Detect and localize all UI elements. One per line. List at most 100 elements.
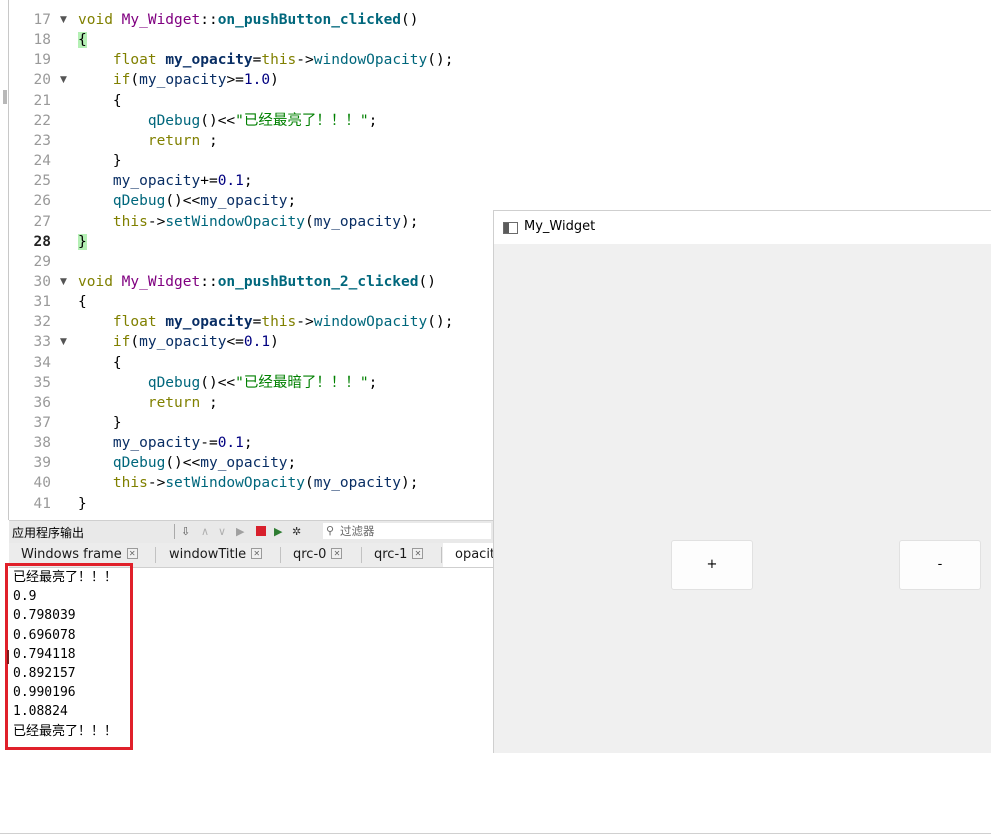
code-text: qDebug()<<my_opacity; [78,191,296,211]
tab-windows-frame[interactable]: Windows frame ✕ [21,543,138,567]
code-line[interactable]: 19 float my_opacity=this->windowOpacity(… [9,50,493,70]
fold-toggle-icon[interactable]: ▼ [60,10,67,30]
output-marker [7,650,9,664]
line-number: 29 [33,253,51,270]
code-token: } [78,495,87,512]
code-line[interactable]: 28} [9,232,493,252]
code-text: { [78,91,122,111]
my-widget-window[interactable]: My_Widget + - [493,210,991,753]
code-line[interactable]: 20 ▼ if(my_opacity>=1.0) [9,70,493,90]
code-line[interactable]: 39 qDebug()<<my_opacity; [9,453,493,473]
stop-icon[interactable] [256,526,266,536]
fold-toggle-icon[interactable]: ▼ [60,272,67,292]
code-text: { [78,30,87,50]
output-line: 0.990196 [13,685,76,701]
code-line[interactable]: 38 my_opacity-=0.1; [9,433,493,453]
fold-toggle-icon[interactable]: ▼ [60,70,67,90]
toolbar-separator [174,524,175,539]
code-token: ; [368,374,378,391]
code-token: ; [200,394,218,411]
code-token: ( [305,475,314,492]
code-token: ; [287,455,297,472]
code-token: windowOpacity [313,52,428,69]
code-line[interactable]: 27 this->setWindowOpacity(my_opacity); [9,212,493,232]
code-line[interactable]: 26 qDebug()<<my_opacity; [9,191,493,211]
previous-item-icon[interactable]: ∧ [201,524,209,540]
close-icon[interactable]: ✕ [412,548,424,559]
output-filter-input[interactable]: ⚲ 过滤器 [323,523,491,539]
code-token: my_opacity [112,435,201,452]
code-token: 0.1 [243,334,271,351]
tab-window-title[interactable]: windowTitle ✕ [169,543,263,567]
code-line[interactable]: 21 { [9,91,493,111]
code-token: :: [200,273,218,290]
tab-qrc-1[interactable]: qrc-1 ✕ [374,543,424,567]
code-line[interactable]: 18 { [9,30,493,50]
run-icon[interactable]: ▶ [236,524,244,540]
code-line[interactable]: 37 } [9,413,493,433]
code-editor[interactable]: 17 ▼ void My_Widget::on_pushButton_clicked… [9,0,493,520]
code-line[interactable]: 29 [9,252,493,272]
code-line[interactable]: 40 this->setWindowOpacity(my_opacity); [9,473,493,493]
fold-toggle-icon[interactable]: ▼ [60,332,67,352]
code-line[interactable]: 36 return ; [9,393,493,413]
minus-button[interactable]: - [899,540,981,590]
code-token: return [147,394,201,411]
code-text: { [78,292,87,312]
code-line[interactable]: 41} [9,494,493,514]
window-title-bar[interactable]: My_Widget [494,211,991,244]
output-text-area[interactable]: 已经最亮了！！！ 0.9 0.798039 0.696078 0.794118 0.892… [9,568,493,752]
code-line[interactable]: 25 my_opacity+=0.1; [9,171,493,191]
code-text: { [78,353,122,373]
settings-gear-icon[interactable]: ✲ [292,524,301,540]
line-number: 39 [33,455,51,472]
code-text: void My_Widget::on_pushButton_clicked() [78,10,419,30]
line-number: 34 [33,354,51,371]
scrollbar-marker[interactable] [3,90,7,104]
line-number: 25 [33,173,51,190]
output-line: 已经最亮了！！！ [13,723,118,739]
line-number: 19 [33,52,51,69]
code-token: void [78,273,122,290]
code-line[interactable]: 23 return ; [9,131,493,151]
tab-separator [441,547,442,563]
close-icon[interactable]: ✕ [126,548,138,559]
line-number: 26 [33,193,51,210]
code-line[interactable]: 33 ▼ if(my_opacity<=0.1) [9,332,493,352]
code-line[interactable]: 35 qDebug()<<"已经最暗了！！！"; [9,373,493,393]
close-icon[interactable]: ✕ [251,548,263,559]
clear-output-icon[interactable]: ⇩ [181,524,190,540]
code-token: void [78,12,122,28]
plus-button[interactable]: + [671,540,753,590]
output-line: 1.08824 [13,704,68,720]
code-token: ); [401,475,419,492]
code-line[interactable]: 34 { [9,353,493,373]
code-token: { [78,294,87,311]
code-line[interactable]: 17 ▼ void My_Widget::on_pushButton_clicked… [9,10,493,30]
line-number: 41 [33,495,51,512]
line-number: 32 [33,314,51,331]
tab-qrc-0[interactable]: qrc-0 ✕ [293,543,343,567]
code-token: my_opacity [165,314,253,331]
next-item-icon[interactable]: ∨ [218,524,226,540]
code-line[interactable]: 31 { [9,292,493,312]
code-token: setWindowOpacity [165,475,305,492]
close-icon[interactable]: ✕ [331,548,343,559]
code-line[interactable]: 30 ▼ void My_Widget::on_pushButton_2_click… [9,272,493,292]
attach-debugger-icon[interactable]: ▶ [274,524,282,540]
code-text: my_opacity+=0.1; [78,171,253,191]
code-line[interactable]: 22 qDebug()<<"已经最亮了！！！"; [9,111,493,131]
line-number: 22 [33,112,51,129]
code-line[interactable]: 24 } [9,151,493,171]
code-text: void My_Widget::on_pushButton_2_clicked(… [78,272,436,292]
tab-opacity[interactable]: opacity [443,543,493,567]
line-number: 17 [33,12,51,28]
line-number: 20 [33,72,51,89]
code-line[interactable]: 32 float my_opacity=this->windowOpacity(… [9,312,493,332]
